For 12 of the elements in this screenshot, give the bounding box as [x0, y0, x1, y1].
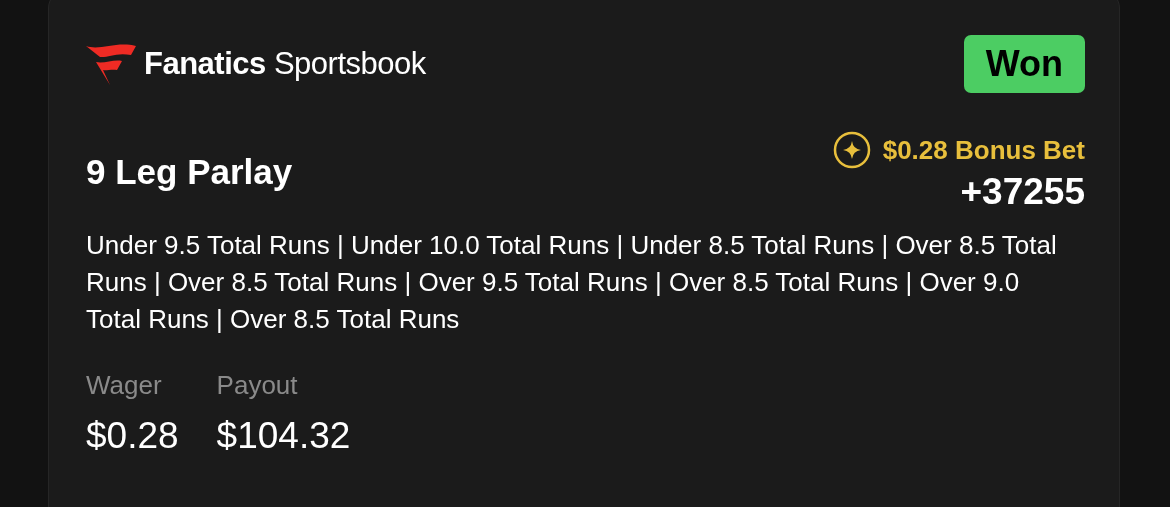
- amount-label: Payout: [216, 370, 299, 401]
- flag-logo-icon: [86, 43, 136, 85]
- odds: +37255: [960, 171, 1085, 213]
- parlay-legs: Under 9.5 Total Runs | Under 10.0 Total Runs | Under 8.5 Total Runs | Over 8.5 Total Runs | Over 8.5 Total Runs | Over 9.5 Total Runs | Over 8.5 Total Runs | Over 9.0 Total Runs | Over 8.5 Total Runs: [86, 229, 1058, 336]
- brand-name: Fanatics Sportsbook: [144, 46, 426, 82]
- bet-title: 9 Leg Parlay: [86, 152, 293, 192]
- amount-value: $0.28: [86, 415, 179, 457]
- amount-value: $104.32: [216, 415, 351, 457]
- sparkle-coin-icon: [832, 131, 871, 169]
- amount-label: Wager: [86, 370, 163, 401]
- bonus-bet-amount: $0.28 Bonus Bet: [882, 134, 1085, 166]
- status-badge: Won: [963, 35, 1085, 93]
